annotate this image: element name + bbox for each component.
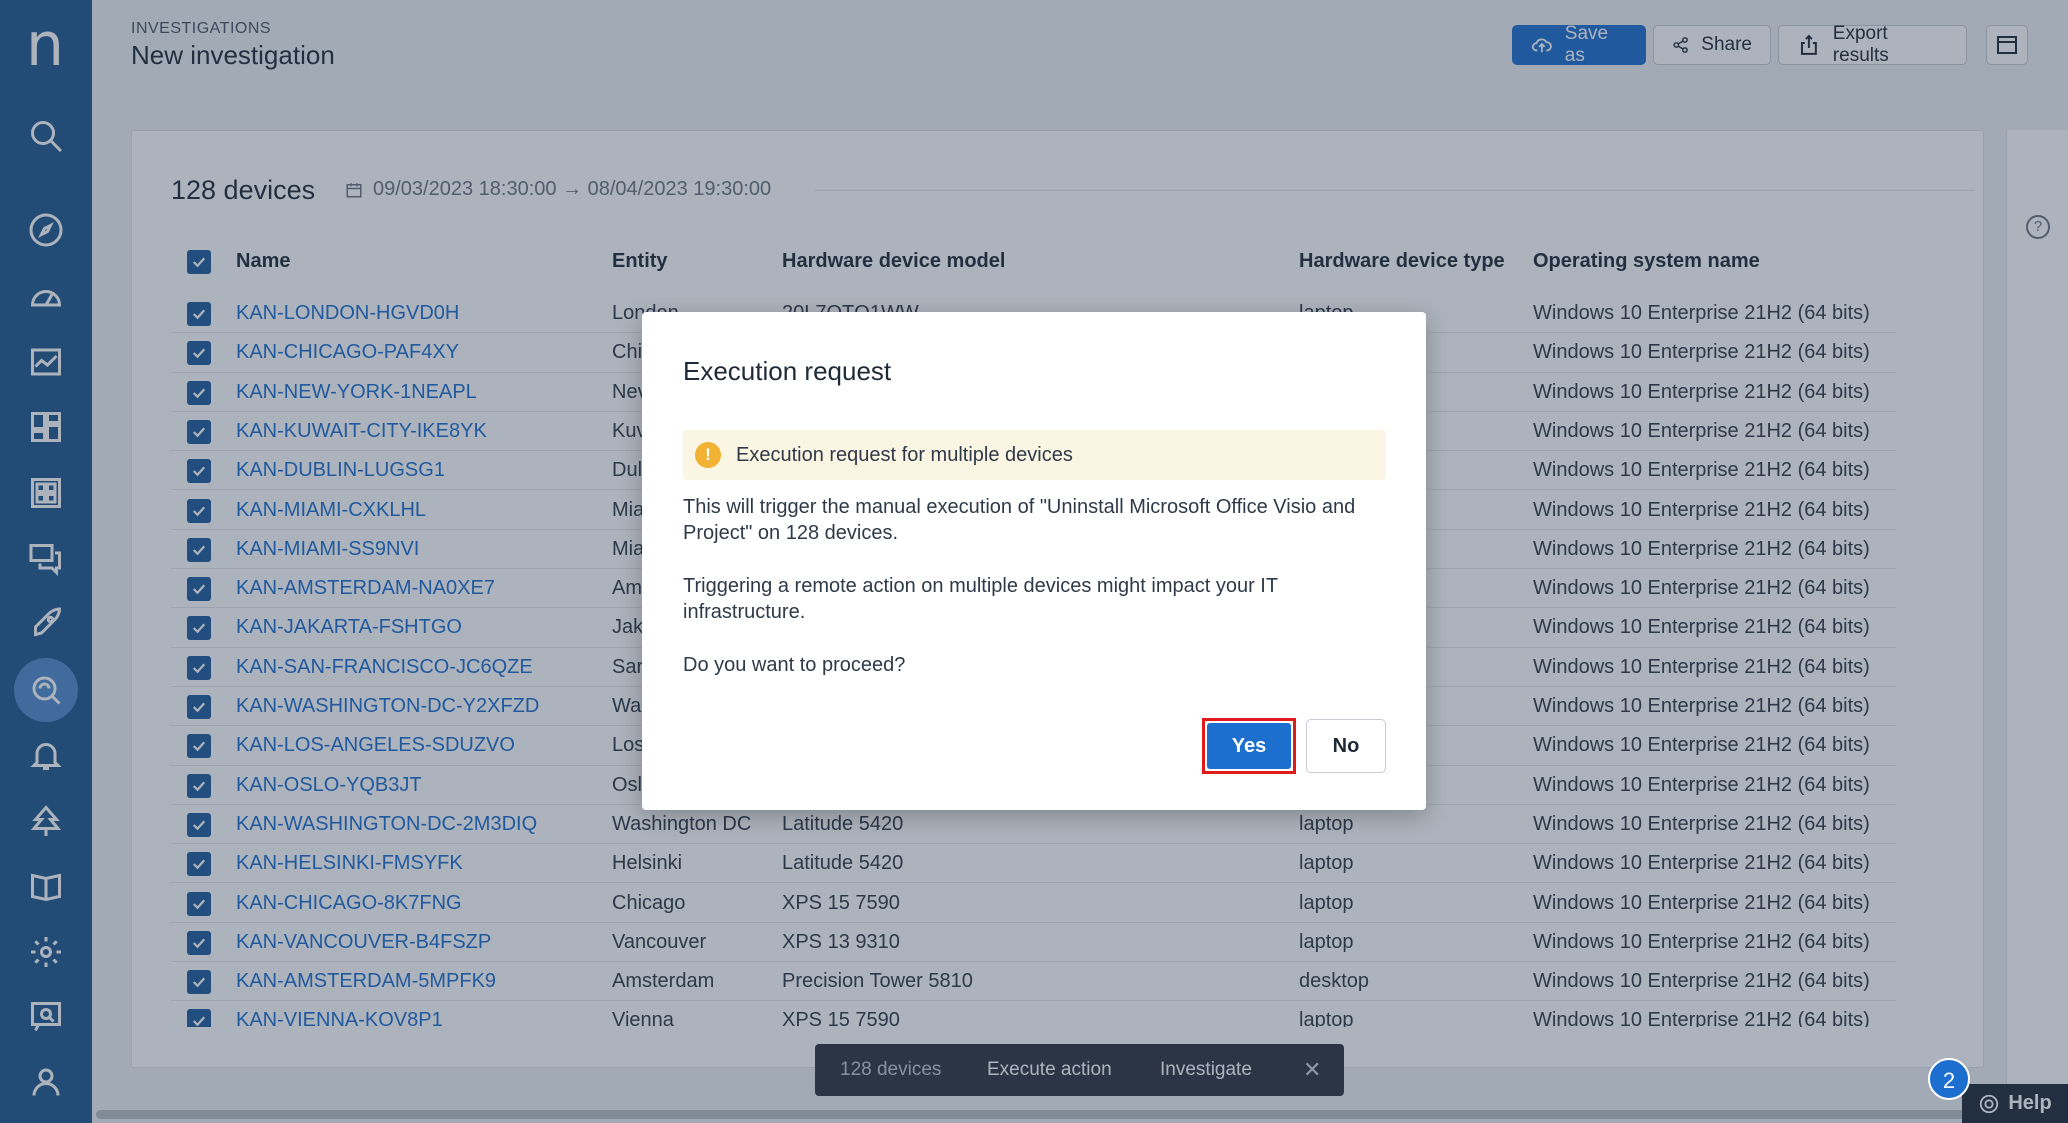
warning-icon: !	[695, 442, 721, 468]
notification-badge[interactable]: 2	[1928, 1058, 1970, 1100]
dialog-question: Do you want to proceed?	[683, 654, 906, 676]
warning-alert: ! Execution request for multiple devices	[683, 430, 1386, 480]
dialog-warning-message: Triggering a remote action on multiple d…	[683, 575, 1278, 623]
no-button[interactable]: No	[1306, 719, 1386, 773]
dialog-message: This will trigger the manual execution o…	[683, 496, 1356, 544]
alert-text: Execution request for multiple devices	[736, 443, 1073, 466]
execution-request-dialog: Execution request ! Execution request fo…	[642, 312, 1426, 810]
dialog-title: Execution request	[683, 356, 892, 386]
yes-button[interactable]: Yes	[1207, 723, 1291, 769]
